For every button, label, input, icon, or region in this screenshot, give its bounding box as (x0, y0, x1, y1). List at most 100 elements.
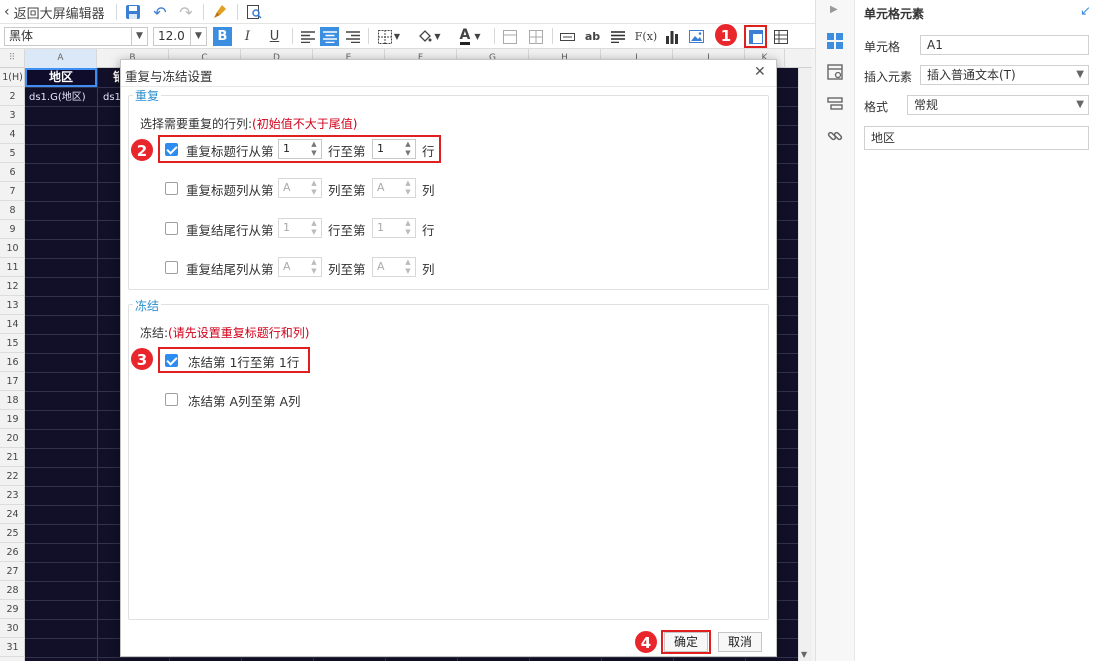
merge-cells-icon[interactable] (500, 27, 519, 46)
row-header[interactable]: 9 (0, 220, 25, 239)
row-header[interactable]: 10 (0, 239, 25, 258)
row-header[interactable]: 11 (0, 258, 25, 277)
repeat-to-spinner[interactable]: 1 ▲ ▼ (372, 139, 416, 159)
row-header[interactable]: 24 (0, 505, 25, 524)
row-header[interactable]: 23 (0, 486, 25, 505)
repeat-option-checkbox[interactable] (165, 182, 178, 195)
cell-b1[interactable]: 销 (97, 68, 119, 87)
chevron-up-icon[interactable]: ▲ (309, 258, 319, 267)
repeat-from-spinner[interactable]: 1 ▲ ▼ (278, 218, 322, 238)
vertical-scrollbar[interactable]: ▼ (798, 68, 812, 661)
insert-element-select[interactable]: 插入普通文本(T) ▼ (920, 65, 1089, 85)
cell-attribute-icon[interactable] (827, 64, 843, 83)
border-icon[interactable]: ▼ (374, 27, 404, 46)
chevron-up-icon[interactable]: ▲ (403, 258, 413, 267)
cell-field[interactable]: A1 (920, 35, 1089, 55)
undo-icon[interactable]: ↶ (150, 2, 170, 22)
chevron-down-icon[interactable]: ▼ (403, 228, 413, 237)
row-header[interactable]: 28 (0, 581, 25, 600)
preview-icon[interactable] (244, 2, 264, 22)
redo-icon[interactable]: ↷ (176, 2, 196, 22)
freeze-rows-checkbox[interactable] (165, 354, 178, 367)
close-icon[interactable]: ✕ (754, 64, 766, 80)
repeat-option-checkbox[interactable] (165, 261, 178, 274)
select-all-corner[interactable]: ⠿ (0, 49, 25, 68)
fill-color-icon[interactable]: ▼ (413, 27, 445, 46)
repeat-to-spinner[interactable]: A ▲ ▼ (372, 257, 416, 277)
cancel-button[interactable]: 取消 (718, 632, 762, 652)
row-header[interactable]: 16 (0, 353, 25, 372)
repeat-option-checkbox[interactable] (165, 143, 178, 156)
cell-a1[interactable]: 地区 (25, 68, 97, 87)
row-header[interactable]: 18 (0, 391, 25, 410)
font-family-select[interactable]: 黑体 ▼ (4, 27, 148, 46)
align-center-icon[interactable] (320, 27, 339, 46)
freeze-cols-checkbox[interactable] (165, 393, 178, 406)
row-header[interactable]: 20 (0, 429, 25, 448)
scroll-down-icon[interactable]: ▼ (801, 650, 807, 659)
row-header[interactable]: 5 (0, 144, 25, 163)
cell-a2[interactable]: ds1.G(地区) (25, 88, 97, 107)
align-right-icon[interactable] (343, 27, 362, 46)
row-header[interactable]: 7 (0, 182, 25, 201)
text-ab-button[interactable]: ab (583, 27, 602, 46)
cell-b2[interactable]: ds1 (98, 88, 120, 107)
repeat-to-spinner[interactable]: 1 ▲ ▼ (372, 218, 416, 238)
row-header[interactable]: 4 (0, 125, 25, 144)
chevron-down-icon[interactable]: ▼ (309, 267, 319, 276)
repeat-to-spinner[interactable]: A ▲ ▼ (372, 178, 416, 198)
align-left-icon[interactable] (298, 27, 317, 46)
chevron-up-icon[interactable]: ▲ (403, 219, 413, 228)
column-header[interactable]: A (25, 49, 97, 68)
row-header[interactable]: 6 (0, 163, 25, 182)
collapse-panel-icon[interactable]: ↙ (1080, 4, 1091, 19)
chevron-up-icon[interactable]: ▲ (403, 140, 413, 149)
page-setup-icon[interactable] (771, 27, 790, 46)
row-header[interactable]: 8 (0, 201, 25, 220)
chevron-up-icon[interactable]: ▲ (403, 179, 413, 188)
paragraph-icon[interactable] (608, 27, 627, 46)
row-header[interactable]: 14 (0, 315, 25, 334)
repeat-freeze-icon[interactable] (744, 25, 767, 48)
image-icon[interactable] (687, 27, 706, 46)
hyperlink-icon[interactable] (827, 128, 843, 147)
repeat-from-spinner[interactable]: 1 ▲ ▼ (278, 139, 322, 159)
repeat-from-spinner[interactable]: A ▲ ▼ (278, 178, 322, 198)
widget-settings-icon[interactable] (827, 96, 843, 115)
chevron-down-icon[interactable]: ▼ (403, 149, 413, 158)
chevron-down-icon[interactable]: ▼ (403, 267, 413, 276)
italic-button[interactable]: I (238, 27, 257, 46)
row-header[interactable]: 21 (0, 448, 25, 467)
row-header[interactable]: 22 (0, 467, 25, 486)
collapse-arrow-icon[interactable]: ▶ (830, 4, 838, 15)
row-header[interactable]: 12 (0, 277, 25, 296)
font-color-icon[interactable]: A ▼ (453, 27, 487, 46)
row-header[interactable]: 25 (0, 524, 25, 543)
row-header[interactable]: 30 (0, 619, 25, 638)
text-field-icon[interactable] (558, 27, 577, 46)
format-brush-icon[interactable] (210, 2, 230, 22)
row-header[interactable]: 17 (0, 372, 25, 391)
row-header[interactable]: 29 (0, 600, 25, 619)
chevron-up-icon[interactable]: ▲ (309, 219, 319, 228)
back-button[interactable]: ‹ 返回大屏编辑器 (4, 3, 105, 22)
bold-button[interactable]: B (213, 27, 232, 46)
row-header[interactable]: 3 (0, 106, 25, 125)
chevron-up-icon[interactable]: ▲ (309, 140, 319, 149)
formula-button[interactable]: F(x) (634, 27, 658, 46)
underline-button[interactable]: U (265, 27, 284, 46)
chevron-down-icon[interactable]: ▼ (309, 228, 319, 237)
split-cells-icon[interactable] (526, 27, 545, 46)
row-header[interactable]: 31 (0, 638, 25, 657)
chevron-up-icon[interactable]: ▲ (309, 179, 319, 188)
chevron-down-icon[interactable]: ▼ (309, 188, 319, 197)
row-header[interactable]: 2 (0, 87, 25, 106)
row-header[interactable]: 27 (0, 562, 25, 581)
row-header[interactable]: 1(H) (0, 68, 25, 87)
chevron-down-icon[interactable]: ▼ (309, 149, 319, 158)
repeat-option-checkbox[interactable] (165, 222, 178, 235)
row-header[interactable]: 13 (0, 296, 25, 315)
row-header[interactable]: 19 (0, 410, 25, 429)
chart-icon[interactable] (662, 27, 681, 46)
row-header[interactable]: 26 (0, 543, 25, 562)
